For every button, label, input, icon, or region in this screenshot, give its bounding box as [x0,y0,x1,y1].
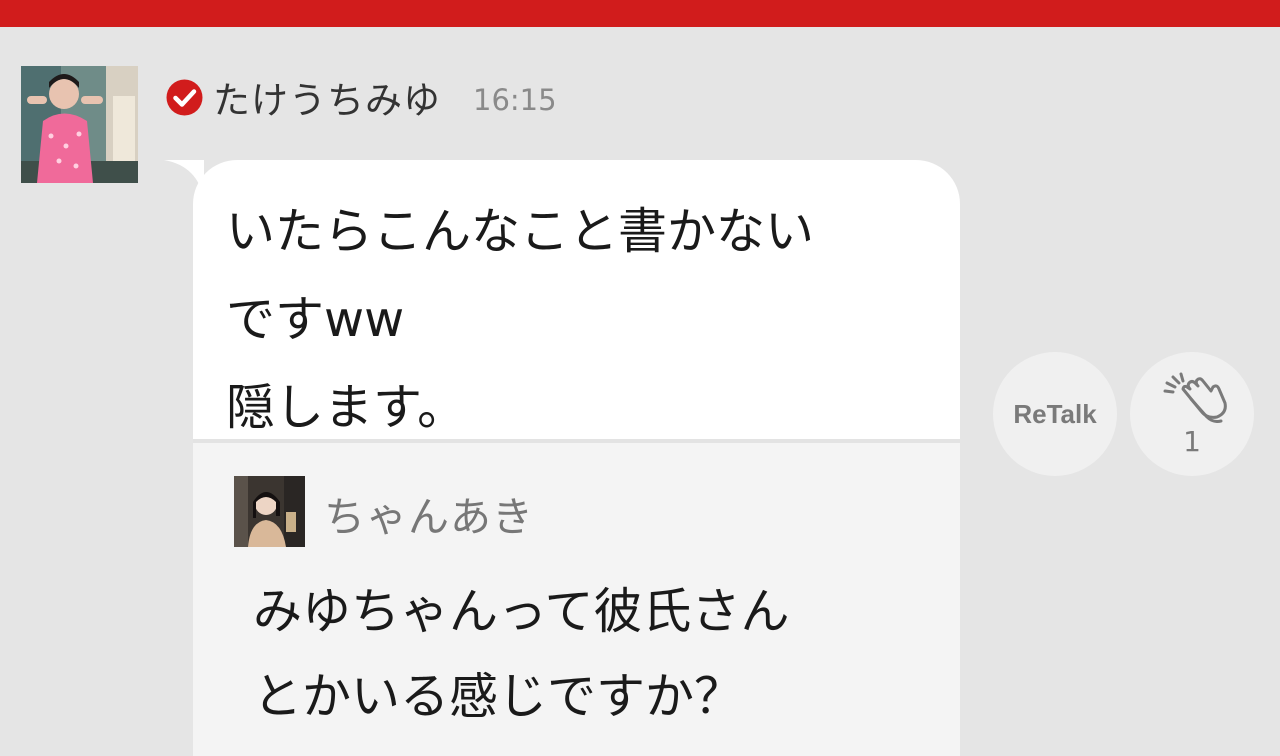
clap-button[interactable]: 1 [1130,352,1254,476]
clap-hands-icon [1163,372,1227,423]
message-text: いたらこんなこと書かない ですww 隠します。 [226,203,815,436]
retalk-label: ReTalk [1013,398,1097,429]
retalk-button[interactable]: ReTalk [993,352,1117,476]
poster-username[interactable]: たけうちみゆ [213,70,441,124]
post-header: たけうちみゆ 16:15 [166,70,557,124]
post-timestamp: 16:15 [473,83,557,117]
quoted-username[interactable]: ちゃんあき [324,483,534,543]
quoted-user-avatar[interactable] [234,476,305,547]
quoted-message-text: みゆちゃんって彼氏さん とかいる感じですか？ [253,583,790,725]
clap-count: 1 [1183,424,1201,458]
poster-avatar[interactable] [21,66,138,183]
top-app-bar [0,0,1280,27]
quoted-message[interactable]: ちゃんあき みゆちゃんって彼氏さん とかいる感じですか？ [193,439,960,756]
verified-check-icon [166,79,203,115]
poster-avatar-image [21,66,138,183]
quoted-user-avatar-image [234,476,305,547]
message-bubble[interactable]: いたらこんなこと書かない ですww 隠します。 ちゃんあき みゆちゃんって彼氏さ… [193,160,960,756]
